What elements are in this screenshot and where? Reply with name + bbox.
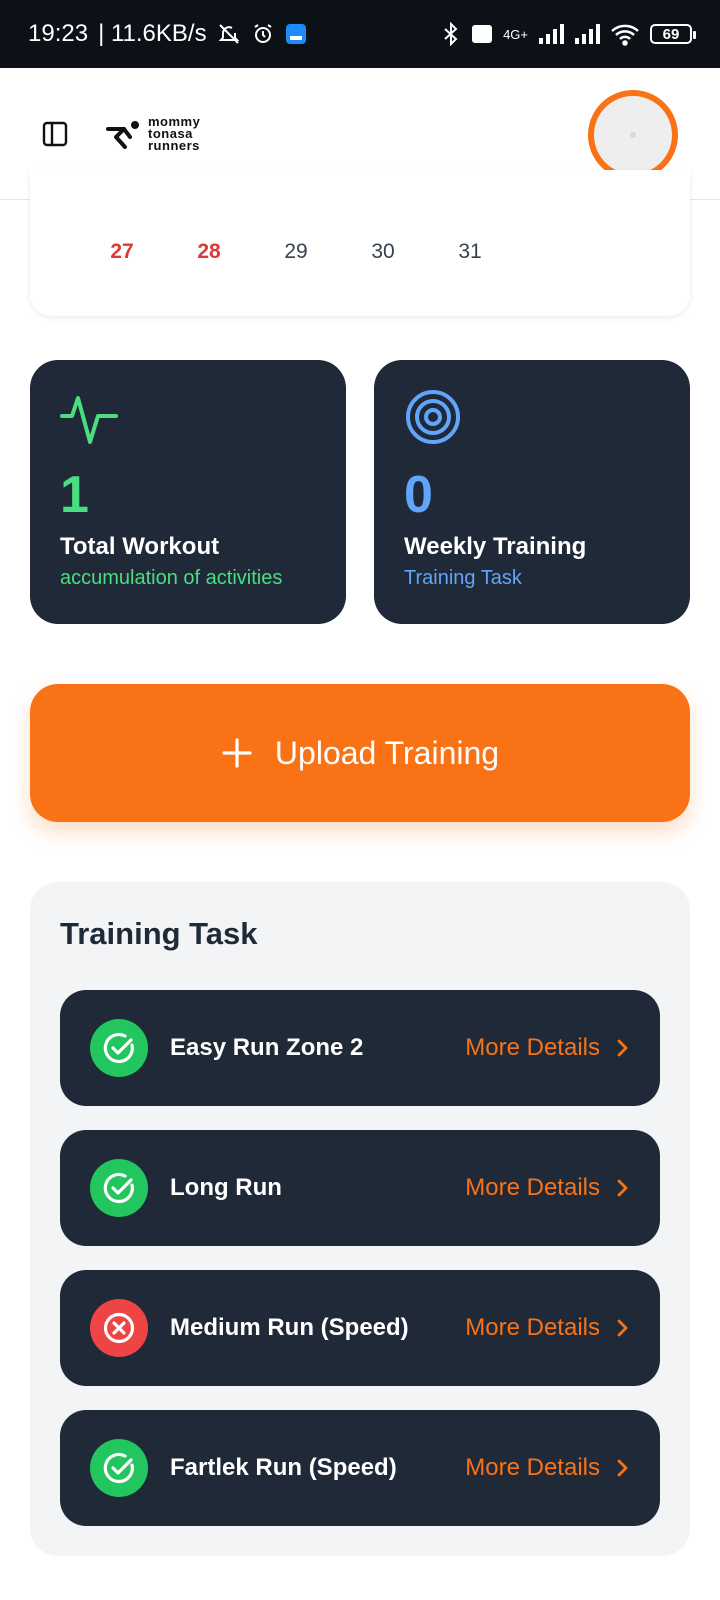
more-details-label: More Details xyxy=(465,1454,600,1481)
task-name: Fartlek Run (Speed) xyxy=(170,1454,397,1481)
avatar[interactable] xyxy=(588,90,678,180)
weekly-training-title: Weekly Training xyxy=(404,533,587,560)
sidebar-toggle-button[interactable] xyxy=(40,119,70,149)
task-item[interactable]: Medium Run (Speed) More Details xyxy=(60,1270,660,1386)
task-name: Medium Run (Speed) xyxy=(170,1314,409,1341)
volte-icon xyxy=(471,23,493,45)
mute-bell-icon xyxy=(217,22,241,46)
check-circle-icon xyxy=(90,1439,148,1497)
signal-icon-2 xyxy=(574,23,600,45)
calendar-day[interactable]: 29 xyxy=(266,240,326,264)
more-details-link[interactable]: More Details xyxy=(465,1174,630,1202)
more-details-label: More Details xyxy=(465,1034,600,1061)
upload-training-label: Upload Training xyxy=(274,734,500,771)
status-bar: 19:23 | 11.6KB/s 4G+ 69 xyxy=(0,0,720,68)
more-details-link[interactable]: More Details xyxy=(465,1314,630,1342)
more-details-label: More Details xyxy=(465,1174,600,1201)
app-notification-icon xyxy=(285,23,307,45)
more-details-label: More Details xyxy=(465,1314,600,1341)
wifi-icon xyxy=(610,22,640,46)
target-icon xyxy=(406,390,460,444)
check-circle-icon xyxy=(90,1159,148,1217)
status-time: 19:23 xyxy=(28,20,89,47)
total-workout-value: 1 xyxy=(60,466,89,524)
training-task-panel: Training Task Easy Run Zone 2 More Detai… xyxy=(30,882,690,1556)
status-left: 19:23 | 11.6KB/s xyxy=(28,20,307,48)
calendar-days-row: 27 28 29 30 31 xyxy=(30,240,690,280)
weekly-training-card: 0 Weekly Training Training Task xyxy=(374,360,690,624)
total-workout-subtitle: accumulation of activities xyxy=(60,567,283,589)
task-item[interactable]: Easy Run Zone 2 More Details xyxy=(60,990,660,1106)
plus-icon xyxy=(222,738,252,768)
training-task-heading: Training Task xyxy=(60,916,258,951)
chevron-right-icon xyxy=(617,1039,628,1057)
more-details-link[interactable]: More Details xyxy=(465,1454,630,1482)
logo-line-3: runners xyxy=(148,137,200,153)
activity-pulse-icon xyxy=(60,396,118,444)
network-type: 4G+ xyxy=(503,26,528,42)
chevron-right-icon xyxy=(617,1319,628,1337)
chevron-right-icon xyxy=(617,1179,628,1197)
x-circle-icon xyxy=(90,1299,148,1357)
total-workout-card: 1 Total Workout accumulation of activiti… xyxy=(30,360,346,624)
check-circle-icon xyxy=(90,1019,148,1077)
more-details-link[interactable]: More Details xyxy=(465,1034,630,1062)
weekly-training-value: 0 xyxy=(404,466,433,524)
alarm-icon xyxy=(251,22,275,46)
calendar-day[interactable]: 31 xyxy=(440,240,500,264)
status-right: 4G+ 69 xyxy=(441,22,696,46)
task-name: Long Run xyxy=(170,1174,282,1201)
task-item[interactable]: Long Run More Details xyxy=(60,1130,660,1246)
battery-level: 69 xyxy=(662,25,680,43)
signal-icon xyxy=(538,23,564,45)
total-workout-title: Total Workout xyxy=(60,533,220,560)
calendar-card: 27 28 29 30 31 xyxy=(30,170,690,316)
upload-training-button[interactable]: Upload Training xyxy=(30,684,690,822)
chevron-right-icon xyxy=(617,1459,628,1477)
calendar-day[interactable]: 28 xyxy=(179,240,239,264)
calendar-day[interactable]: 30 xyxy=(353,240,413,264)
brand-logo[interactable]: mommy tonasa runners xyxy=(106,115,200,153)
sidebar-icon xyxy=(42,121,68,146)
battery-icon: 69 xyxy=(650,24,696,44)
calendar-day[interactable]: 27 xyxy=(92,240,152,264)
runner-logo-icon xyxy=(106,120,139,149)
task-item[interactable]: Fartlek Run (Speed) More Details xyxy=(60,1410,660,1526)
weekly-training-subtitle: Training Task xyxy=(404,567,522,589)
status-speed: | 11.6KB/s xyxy=(98,20,207,47)
logo-text: mommy tonasa runners xyxy=(148,115,200,153)
task-name: Easy Run Zone 2 xyxy=(170,1034,364,1061)
avatar-placeholder xyxy=(630,132,636,138)
bluetooth-icon xyxy=(441,22,461,46)
